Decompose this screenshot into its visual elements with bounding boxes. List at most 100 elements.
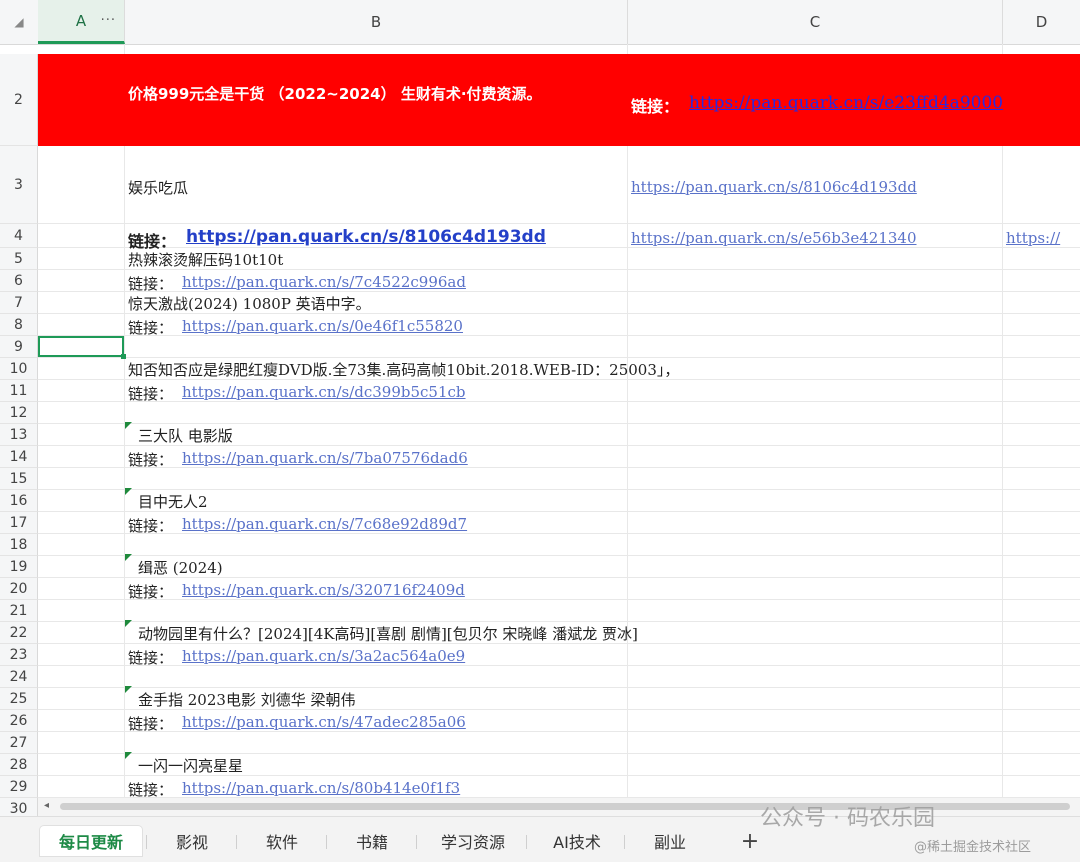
- sheet-tab[interactable]: 每日更新: [40, 826, 142, 856]
- row-header-25[interactable]: 25: [0, 688, 38, 710]
- row-header-22[interactable]: 22: [0, 622, 38, 644]
- tab-separator: [326, 835, 327, 849]
- entry-link-label: 链接：: [128, 385, 174, 403]
- banner-link[interactable]: https://pan.quark.cn/s/e23ffd4a9000: [689, 93, 1003, 113]
- row-gridline: [38, 247, 1080, 248]
- tab-separator: [624, 835, 625, 849]
- entry-link[interactable]: https://pan.quark.cn/s/80b414e0f1f3: [182, 779, 460, 797]
- row-header-24[interactable]: 24: [0, 666, 38, 688]
- row-header-17[interactable]: 17: [0, 512, 38, 534]
- column-gridline: [1002, 44, 1003, 798]
- entry-link[interactable]: https://pan.quark.cn/s/0e46f1c55820: [182, 317, 463, 335]
- entry-link-label: 链接：: [128, 649, 174, 667]
- row-header-14[interactable]: 14: [0, 446, 38, 468]
- selected-cell-a9[interactable]: [38, 336, 126, 359]
- row-header-20[interactable]: 20: [0, 578, 38, 600]
- entry-link[interactable]: https://pan.quark.cn/s/3a2ac564a0e9: [182, 647, 465, 665]
- row-header-2[interactable]: 2: [0, 54, 38, 146]
- row-header-4[interactable]: 4: [0, 224, 38, 248]
- row-gridline: [38, 665, 1080, 666]
- entry-title: 金手指 2023电影 刘德华 梁朝伟: [138, 691, 356, 709]
- watermark-secondary: @稀土掘金技术社区: [914, 840, 1032, 855]
- comment-indicator-icon: [125, 620, 132, 627]
- row-header-19[interactable]: 19: [0, 556, 38, 578]
- tab-separator: [416, 835, 417, 849]
- entry-link[interactable]: https://pan.quark.cn/s/dc399b5c51cb: [182, 383, 466, 401]
- row-header-23[interactable]: 23: [0, 644, 38, 666]
- sheet-tab[interactable]: 学习资源: [420, 826, 526, 856]
- entry-link-label: 链接：: [128, 583, 174, 601]
- row-gridline: [38, 401, 1080, 402]
- entry-link[interactable]: https://pan.quark.cn/s/7ba07576dad6: [182, 449, 468, 467]
- entry-link[interactable]: https://pan.quark.cn/s/320716f2409d: [182, 581, 465, 599]
- row-header-27[interactable]: 27: [0, 732, 38, 754]
- tab-separator: [146, 835, 147, 849]
- row4-c-link[interactable]: https://pan.quark.cn/s/e56b3e421340: [631, 229, 917, 247]
- entry-title: 缉恶 (2024): [138, 559, 223, 577]
- row-header-9[interactable]: 9: [0, 336, 38, 358]
- row-header-3[interactable]: 3: [0, 146, 38, 224]
- row3-c-link[interactable]: https://pan.quark.cn/s/8106c4d193dd: [631, 178, 917, 196]
- entry-link-label: 链接：: [128, 275, 174, 293]
- row4-d-link[interactable]: https://: [1006, 229, 1060, 247]
- column-header-bar: ◢ A ··· B C D: [0, 0, 1080, 45]
- row-gridline: [38, 533, 1080, 534]
- row-gridline: [38, 599, 1080, 600]
- entry-link[interactable]: https://pan.quark.cn/s/7c4522c996ad: [182, 273, 466, 291]
- entry-title: 目中无人2: [138, 493, 208, 511]
- entry-link[interactable]: https://pan.quark.cn/s/47adec285a06: [182, 713, 466, 731]
- row-header-11[interactable]: 11: [0, 380, 38, 402]
- comment-indicator-icon: [125, 488, 132, 495]
- row-header-26[interactable]: 26: [0, 710, 38, 732]
- column-header-c[interactable]: C: [628, 0, 1003, 44]
- sheet-tab[interactable]: 副业: [628, 826, 712, 856]
- row-header-5[interactable]: 5: [0, 248, 38, 270]
- row-header-6[interactable]: 6: [0, 270, 38, 292]
- row-gridline: [38, 731, 1080, 732]
- row-gridline: [38, 753, 1080, 754]
- entry-link[interactable]: https://pan.quark.cn/s/7c68e92d89d7: [182, 515, 467, 533]
- row-header-12[interactable]: 12: [0, 402, 38, 424]
- row-header-13[interactable]: 13: [0, 424, 38, 446]
- sheet-tab[interactable]: 软件: [240, 826, 324, 856]
- select-all-icon: ◢: [14, 15, 24, 29]
- sheet-tab[interactable]: 书籍: [330, 826, 414, 856]
- row-gridline: [38, 467, 1080, 468]
- row-header-15[interactable]: 15: [0, 468, 38, 490]
- row-header-21[interactable]: 21: [0, 600, 38, 622]
- row4-b-link[interactable]: https://pan.quark.cn/s/8106c4d193dd: [186, 227, 546, 247]
- row-header-29[interactable]: 29: [0, 776, 38, 798]
- comment-indicator-icon: [125, 422, 132, 429]
- row-gridline: [38, 621, 1080, 622]
- row-gridline: [38, 423, 1080, 424]
- row-header-10[interactable]: 10: [0, 358, 38, 380]
- row-header-7[interactable]: 7: [0, 292, 38, 314]
- row-gridline: [38, 489, 1080, 490]
- row-header-8[interactable]: 8: [0, 314, 38, 336]
- sheet-tab[interactable]: AI技术: [530, 826, 624, 856]
- row-header-28[interactable]: 28: [0, 754, 38, 776]
- tab-separator: [526, 835, 527, 849]
- entry-title: 知否知否应是绿肥红瘦DVD版.全73集.高码高帧10bit.2018.WEB-I…: [128, 361, 680, 379]
- more-icon[interactable]: ···: [101, 13, 116, 28]
- entry-link-label: 链接：: [128, 517, 174, 535]
- banner-title: 价格999元全是干货 （2022~2024） 生财有术·付费资源。: [128, 85, 542, 103]
- column-header-b[interactable]: B: [125, 0, 628, 44]
- row-gridline: [38, 555, 1080, 556]
- entry-title: 一闪一闪亮星星: [138, 757, 244, 775]
- column-header-d[interactable]: D: [1003, 0, 1080, 44]
- column-header-a[interactable]: A ···: [38, 0, 125, 44]
- entry-title: 惊天激战(2024) 1080P 英语中字。: [128, 295, 371, 313]
- tab-separator: [236, 835, 237, 849]
- banner-link-label: 链接：: [631, 97, 680, 116]
- entry-title: 三大队 电影版: [138, 427, 233, 445]
- entry-link-label: 链接：: [128, 319, 174, 337]
- row-gridline: [38, 357, 1080, 358]
- scroll-left-icon[interactable]: ◂: [44, 800, 49, 811]
- row-header-16[interactable]: 16: [0, 490, 38, 512]
- column-gridline: [124, 44, 125, 798]
- sheet-tab[interactable]: 影视: [150, 826, 234, 856]
- select-all-corner[interactable]: ◢: [0, 0, 39, 44]
- comment-indicator-icon: [125, 752, 132, 759]
- row-header-18[interactable]: 18: [0, 534, 38, 556]
